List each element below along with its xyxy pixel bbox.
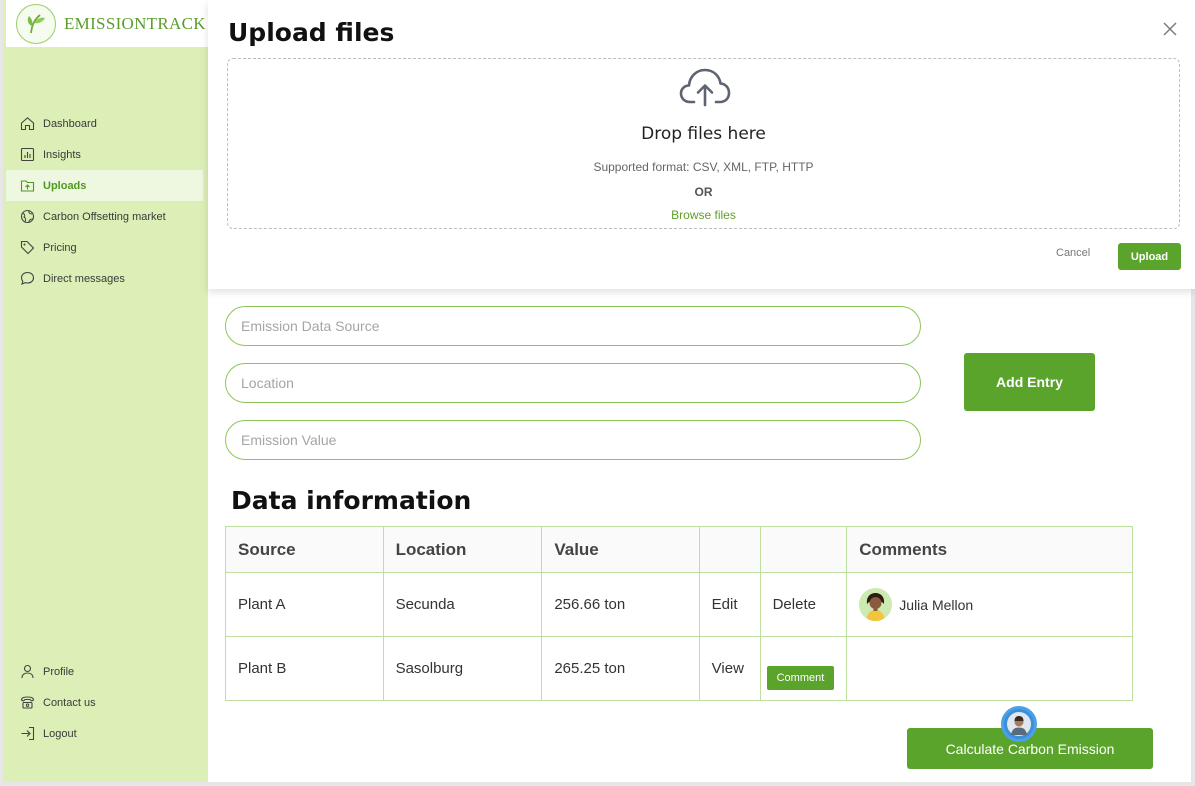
cloud-upload-icon: [678, 65, 732, 109]
comment-button[interactable]: Comment: [766, 665, 835, 690]
phone-icon: [19, 695, 35, 711]
upload-button[interactable]: Upload: [1118, 243, 1181, 270]
cell-source: Plant A: [225, 572, 384, 637]
user-icon: [19, 664, 35, 680]
upload-folder-icon: [19, 178, 35, 194]
view-link[interactable]: View: [698, 636, 761, 701]
sidebar-item-carbon-offsetting-market[interactable]: Carbon Offsetting market: [6, 201, 203, 232]
sidebar-item-label: Direct messages: [43, 272, 125, 285]
header-value: Value: [541, 526, 700, 573]
table-header-row: Source Location Value Comments: [225, 526, 1133, 573]
cell-source: Plant B: [225, 636, 384, 701]
bottom-edge: [0, 782, 1195, 786]
sidebar-item-logout[interactable]: Logout: [6, 718, 203, 749]
file-dropzone[interactable]: Drop files here Supported format: CSV, X…: [227, 58, 1180, 229]
tag-icon: [19, 240, 35, 256]
header-action-2: [759, 526, 848, 573]
comment-author[interactable]: Julia Mellon: [859, 588, 1120, 621]
brand-name: EMISSIONTRACK: [64, 13, 206, 33]
cell-comments: [846, 636, 1133, 701]
sidebar-nav: Dashboard Insights Uploads Carbon Offset…: [6, 108, 203, 294]
header-source: Source: [225, 526, 384, 573]
avatar: [859, 588, 893, 621]
header-location: Location: [382, 526, 543, 573]
sidebar-item-label: Profile: [43, 665, 75, 678]
comment-author-name: Julia Mellon: [899, 596, 974, 613]
cell-location: Sasolburg: [382, 636, 543, 701]
cell-action: Comment: [759, 636, 848, 701]
cell-comments: Julia Mellon: [846, 572, 1133, 637]
emission-data-source-input[interactable]: [225, 306, 921, 346]
sidebar-item-profile[interactable]: Profile: [6, 656, 203, 687]
sidebar-item-insights[interactable]: Insights: [6, 139, 203, 170]
location-input[interactable]: [225, 363, 921, 403]
data-table: Source Location Value Comments Plant A S…: [225, 526, 1133, 701]
sidebar-item-label: Carbon Offsetting market: [43, 210, 166, 223]
or-divider: OR: [694, 185, 713, 199]
sidebar-item-label: Logout: [43, 727, 77, 740]
home-icon: [19, 116, 35, 132]
sidebar: EMISSIONTRACK Dashboard Insights Uploads…: [0, 0, 211, 786]
table-row: Plant B Sasolburg 265.25 ton View Commen…: [225, 636, 1133, 701]
sidebar-item-label: Uploads: [43, 179, 87, 192]
modal-title: Upload files: [228, 18, 395, 47]
cancel-button[interactable]: Cancel: [1056, 247, 1090, 259]
cell-location: Secunda: [382, 572, 543, 637]
header-comments: Comments: [846, 526, 1133, 573]
sidebar-item-pricing[interactable]: Pricing: [6, 232, 203, 263]
close-icon[interactable]: [1161, 20, 1179, 38]
sidebar-item-contact-us[interactable]: Contact us: [6, 687, 203, 718]
sidebar-item-uploads[interactable]: Uploads: [6, 170, 203, 201]
sidebar-item-label: Dashboard: [43, 117, 97, 130]
data-information-title: Data information: [231, 486, 472, 515]
sidebar-item-direct-messages[interactable]: Direct messages: [6, 263, 203, 294]
upload-files-modal: Upload files Drop files here Supported f…: [208, 0, 1195, 289]
sidebar-bottom-nav: Profile Contact us Logout: [6, 656, 203, 749]
logout-icon: [19, 726, 35, 742]
edit-link[interactable]: Edit: [698, 572, 761, 637]
chat-icon: [19, 271, 35, 287]
logo[interactable]: EMISSIONTRACK: [6, 0, 211, 47]
supported-formats: Supported format: CSV, XML, FTP, HTTP: [593, 160, 814, 174]
drop-files-title: Drop files here: [641, 124, 766, 144]
leaf-logo-icon: [16, 3, 56, 44]
sidebar-item-dashboard[interactable]: Dashboard: [6, 108, 203, 139]
emission-value-input[interactable]: [225, 420, 921, 460]
chart-icon: [19, 147, 35, 163]
header-action-1: [698, 526, 761, 573]
sidebar-item-label: Insights: [43, 148, 81, 161]
add-entry-button[interactable]: Add Entry: [964, 353, 1095, 411]
sidebar-item-label: Pricing: [43, 241, 77, 254]
globe-icon: [19, 209, 35, 225]
cell-value: 256.66 ton: [541, 572, 700, 637]
floating-avatar[interactable]: [1001, 706, 1037, 742]
browse-files-link[interactable]: Browse files: [228, 208, 1179, 222]
delete-link[interactable]: Delete: [759, 572, 848, 637]
table-row: Plant A Secunda 256.66 ton Edit Delete J…: [225, 572, 1133, 637]
sidebar-item-label: Contact us: [43, 696, 96, 709]
cell-value: 265.25 ton: [541, 636, 700, 701]
